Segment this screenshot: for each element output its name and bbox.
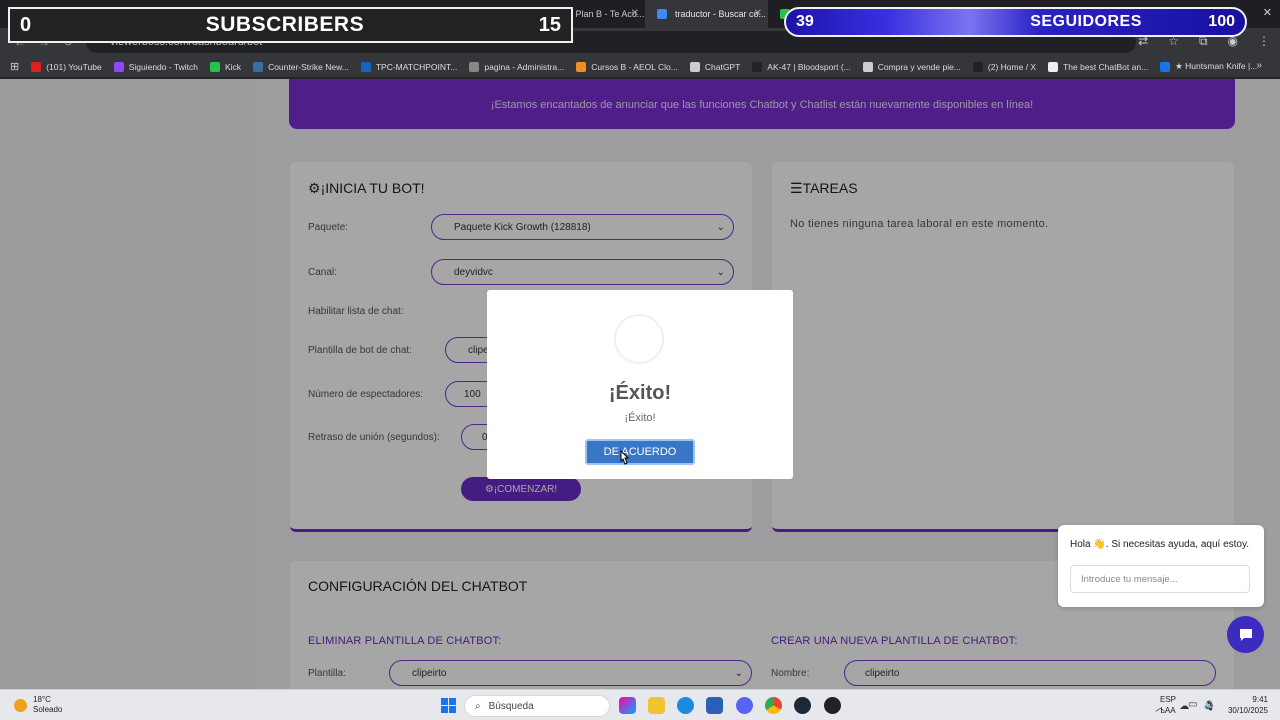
bookmark-favicon-icon [752, 61, 763, 72]
bookmark-favicon-icon [1048, 61, 1059, 72]
weather-widget[interactable]: 18°C Soleado [14, 695, 62, 715]
bookmark-label: pagina - Administra... [484, 61, 565, 72]
taskbar-search[interactable]: ⌕ Búsqueda [464, 695, 610, 717]
bookmark-label: ★ Huntsman Knife |... [1175, 61, 1258, 71]
language-indicator[interactable]: ESP LAA [1160, 694, 1176, 716]
modal-ok-button[interactable]: DE ACUERDO [585, 439, 695, 465]
volume-icon[interactable]: 🔈 [1204, 699, 1216, 710]
clock-date: 30/10/2025 [1227, 706, 1268, 715]
edge-icon[interactable] [677, 697, 694, 714]
bookmark-label: AK-47 | Bloodsport (... [767, 61, 851, 72]
bookmarks-more-icon[interactable]: » [1256, 60, 1262, 71]
weather-condition: Soleado [33, 705, 63, 714]
copilot-icon[interactable] [619, 697, 636, 714]
bookmark-label: (101) YouTube [46, 61, 102, 72]
bookmark-favicon-icon [689, 61, 700, 72]
bookmark-favicon-icon [862, 61, 873, 72]
bookmark-item[interactable]: The best ChatBot an... [1048, 61, 1149, 72]
file-explorer-icon[interactable] [648, 697, 665, 714]
bookmarks-bar: ⊞ (101) YouTube Siguiendo - Twitch Kick Cou… [0, 56, 1280, 78]
modal-text: ¡Éxito! [624, 412, 656, 424]
bookmark-label: The best ChatBot an... [1063, 61, 1149, 72]
discord-icon[interactable] [736, 697, 753, 714]
chat-message-input[interactable]: Introduce tu mensaje... [1070, 565, 1250, 593]
chrome-icon[interactable] [765, 697, 782, 714]
obs-icon[interactable] [824, 697, 841, 714]
store-icon[interactable] [706, 697, 723, 714]
tab-favicon-icon [657, 9, 667, 19]
weather-text: 18°C Soleado [33, 695, 62, 715]
subscribers-goal-overlay: 0 SUBSCRIBERS 15 [8, 7, 573, 43]
bookmark-label: Siguiendo - Twitch [128, 61, 198, 72]
bookmark-favicon-icon [113, 61, 124, 72]
close-tab-icon[interactable]: ✕ [754, 8, 762, 19]
mouse-cursor-icon [620, 450, 630, 465]
bookmark-favicon-icon [469, 61, 480, 72]
subscribers-count: 0 [20, 13, 32, 36]
bookmark-item[interactable]: (2) Home / X [972, 61, 1037, 72]
success-check-icon [614, 314, 664, 364]
bookmark-label: Cursos B - AEOL Clo... [591, 61, 678, 72]
clock-time: 9:41 [1252, 695, 1268, 704]
language-line1: ESP [1160, 695, 1177, 704]
followers-label: SEGUIDORES [1030, 13, 1142, 30]
bookmark-item[interactable]: (101) YouTube [31, 61, 102, 72]
bookmark-favicon-icon [253, 61, 264, 72]
subscribers-label: SUBSCRIBERS [205, 13, 365, 36]
bookmark-item[interactable]: AK-47 | Bloodsport (... [752, 61, 851, 72]
network-icon[interactable]: ▭ [1188, 699, 1197, 710]
bookmark-label: TPC-MATCHPOINT... [375, 61, 458, 72]
tab-title: traductor - Buscar co... [675, 9, 767, 19]
bookmark-item[interactable]: Cursos B - AEOL Clo... [576, 61, 678, 72]
subscribers-goal: 15 [538, 13, 561, 36]
weather-temperature: 18°C [33, 695, 51, 704]
apps-icon[interactable]: ⊞ [10, 60, 19, 73]
language-line2: LAA [1160, 706, 1176, 715]
bookmark-item[interactable]: ★ Huntsman Knife |... [1160, 61, 1257, 72]
bookmark-item[interactable]: Kick [210, 61, 242, 72]
clock[interactable]: 9:41 30/10/2025 [1228, 694, 1268, 716]
bookmark-favicon-icon [972, 61, 983, 72]
close-tab-icon[interactable]: ✕ [631, 8, 639, 19]
browser-tab[interactable]: traductor - Buscar co... ✕ [645, 0, 768, 28]
menu-icon[interactable]: ⋮ [1258, 34, 1270, 49]
page-content: ¡Estamos encantados de anunciar que las … [0, 79, 1280, 689]
bookmark-item[interactable]: Counter-Strike New... [253, 61, 349, 72]
modal-ok-label: DE ACUERDO [603, 446, 677, 458]
bookmark-item[interactable]: ChatGPT [689, 61, 741, 72]
taskbar-search-placeholder: Búsqueda [488, 700, 534, 712]
bookmark-item[interactable]: pagina - Administra... [469, 61, 565, 72]
windows-start-icon[interactable] [441, 698, 456, 713]
followers-goal-overlay: 39 SEGUIDORES 100 [784, 7, 1247, 37]
followers-count: 39 [796, 13, 814, 30]
sun-icon [14, 698, 27, 712]
support-chat-popup: Hola 👋. Si necesitas ayuda, aquí estoy. … [1058, 525, 1264, 607]
bookmark-label: Compra y vende pie... [877, 61, 961, 72]
followers-goal: 100 [1208, 13, 1235, 30]
bookmark-label: ChatGPT [704, 61, 741, 72]
bookmark-favicon-icon [360, 61, 371, 72]
bookmark-favicon-icon [210, 61, 220, 72]
bookmark-label: (2) Home / X [987, 61, 1037, 72]
chat-launcher-button[interactable] [1227, 616, 1264, 653]
chat-greeting: Hola 👋. Si necesitas ayuda, aquí estoy. [1070, 539, 1250, 550]
steam-icon[interactable] [794, 697, 811, 714]
search-icon: ⌕ [475, 700, 481, 712]
bookmark-item[interactable]: Siguiendo - Twitch [113, 61, 198, 72]
bookmark-favicon-icon [576, 61, 587, 72]
success-modal: ¡Éxito! ¡Éxito! DE ACUERDO [487, 290, 793, 479]
bookmark-favicon-icon [1160, 61, 1171, 72]
bookmark-label: Counter-Strike New... [268, 61, 349, 72]
close-window-icon[interactable]: ✕ [1263, 6, 1272, 19]
windows-taskbar: 18°C Soleado ⌕ Búsqueda ︿ ☁ 🎙 ESP LAA ▭ … [0, 689, 1280, 720]
modal-title: ¡Éxito! [608, 382, 672, 404]
bookmark-favicon-icon [31, 61, 42, 72]
chat-bubble-icon [1239, 628, 1252, 641]
bookmark-label: Kick [225, 61, 242, 72]
bookmark-item[interactable]: TPC-MATCHPOINT... [360, 61, 458, 72]
bookmark-item[interactable]: Compra y vende pie... [862, 61, 961, 72]
chat-input-placeholder: Introduce tu mensaje... [1081, 573, 1178, 585]
